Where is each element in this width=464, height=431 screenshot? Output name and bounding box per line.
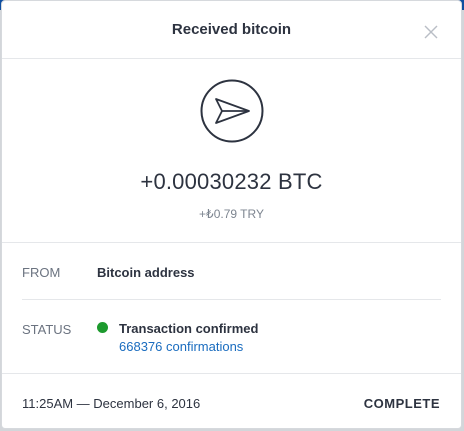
confirmations-link[interactable]: 668376 confirmations	[119, 339, 243, 354]
divider	[22, 299, 441, 300]
transaction-state: COMPLETE	[363, 396, 440, 411]
transaction-timestamp: 11:25AM — December 6, 2016	[22, 396, 201, 411]
status-value: Transaction confirmed	[119, 321, 259, 336]
divider	[2, 242, 461, 243]
dialog-header: Received bitcoin	[2, 1, 461, 59]
divider	[2, 373, 461, 374]
close-icon[interactable]	[422, 23, 440, 41]
fiat-amount: +₺0.79 TRY	[199, 207, 264, 221]
dialog-title: Received bitcoin	[171, 21, 292, 38]
send-arrow-icon	[200, 79, 264, 143]
status-indicator-dot	[97, 322, 108, 333]
from-label: FROM	[22, 265, 61, 280]
received-bitcoin-dialog: Received bitcoin +0.00030232 BTC +₺0.79 …	[1, 0, 462, 429]
crypto-amount: +0.00030232 BTC	[140, 169, 323, 194]
status-label: STATUS	[22, 322, 72, 337]
from-value: Bitcoin address	[97, 265, 195, 280]
